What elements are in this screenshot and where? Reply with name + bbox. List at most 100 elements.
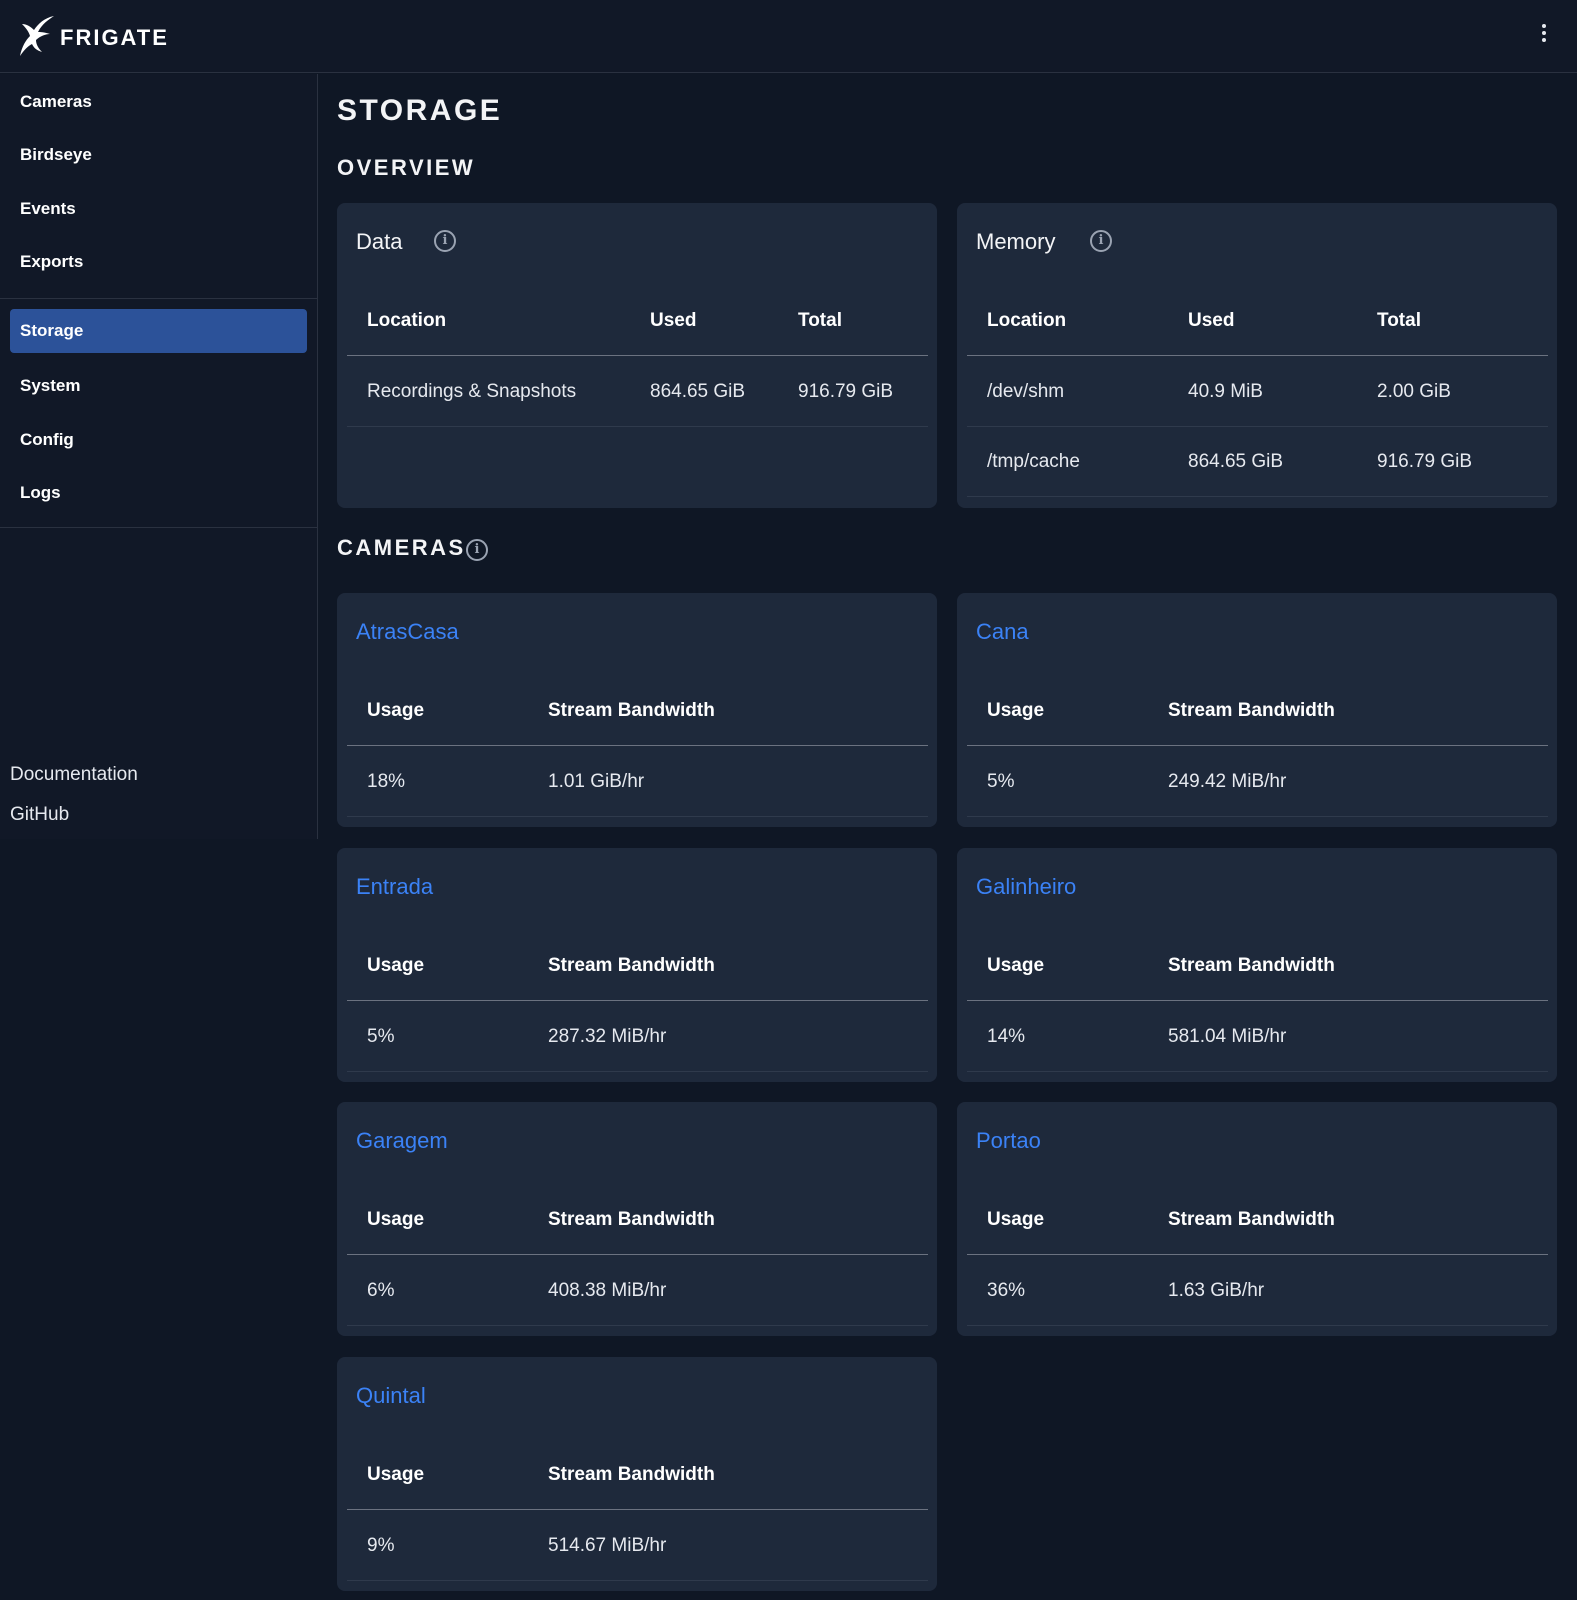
camera-name[interactable]: AtrasCasa: [356, 619, 459, 645]
column-header-stream-bandwidth[interactable]: Stream Bandwidth: [1168, 931, 1335, 1001]
table-row: 9% 514.67 MiB/hr: [347, 1511, 928, 1581]
usage-cell: 5%: [367, 1026, 395, 1047]
column-header-used[interactable]: Used: [1188, 286, 1234, 356]
memory-table-header: Location Used Total: [967, 286, 1548, 356]
column-header-usage[interactable]: Usage: [367, 676, 424, 746]
bandwidth-cell: 1.63 GiB/hr: [1168, 1280, 1265, 1301]
camera-table-header: Usage Stream Bandwidth: [347, 931, 928, 1001]
column-header-usage[interactable]: Usage: [367, 1440, 424, 1510]
camera-name[interactable]: Quintal: [356, 1383, 426, 1409]
info-icon[interactable]: i: [466, 539, 488, 561]
documentation-link[interactable]: Documentation: [10, 764, 138, 786]
column-header-usage[interactable]: Usage: [367, 1185, 424, 1255]
camera-name[interactable]: Entrada: [356, 874, 433, 900]
sidebar-item-logs[interactable]: Logs: [10, 471, 307, 515]
column-header-stream-bandwidth[interactable]: Stream Bandwidth: [548, 676, 715, 746]
column-header-total[interactable]: Total: [798, 286, 842, 356]
camera-table-header: Usage Stream Bandwidth: [967, 676, 1548, 746]
camera-card: Quintal Usage Stream Bandwidth 9% 514.67…: [337, 1357, 937, 1591]
camera-card: Portao Usage Stream Bandwidth 36% 1.63 G…: [957, 1102, 1557, 1336]
total-cell: 916.79 GiB: [798, 381, 894, 402]
camera-card: Entrada Usage Stream Bandwidth 5% 287.32…: [337, 848, 937, 1082]
camera-name[interactable]: Portao: [976, 1128, 1041, 1154]
camera-card: AtrasCasa Usage Stream Bandwidth 18% 1.0…: [337, 593, 937, 827]
usage-cell: 18%: [367, 771, 406, 792]
usage-cell: 9%: [367, 1535, 395, 1556]
sidebar-item-cameras[interactable]: Cameras: [10, 80, 307, 124]
sidebar-item-exports[interactable]: Exports: [10, 240, 307, 284]
location-cell: /tmp/cache: [987, 451, 1080, 472]
column-header-usage[interactable]: Usage: [987, 1185, 1044, 1255]
column-header-location[interactable]: Location: [987, 286, 1066, 356]
location-cell: /dev/shm: [987, 381, 1065, 402]
sidebar-item-storage[interactable]: Storage: [10, 309, 307, 353]
column-header-usage[interactable]: Usage: [987, 931, 1044, 1001]
table-row: 6% 408.38 MiB/hr: [347, 1256, 928, 1326]
column-header-location[interactable]: Location: [367, 286, 446, 356]
info-icon[interactable]: i: [434, 230, 456, 252]
camera-name[interactable]: Galinheiro: [976, 874, 1076, 900]
page-title: STORAGE: [337, 94, 503, 127]
memory-card-title: Memory: [976, 229, 1056, 254]
column-header-usage[interactable]: Usage: [987, 676, 1044, 746]
bandwidth-cell: 1.01 GiB/hr: [548, 771, 645, 792]
column-header-stream-bandwidth[interactable]: Stream Bandwidth: [548, 931, 715, 1001]
camera-card: Galinheiro Usage Stream Bandwidth 14% 58…: [957, 848, 1557, 1082]
table-row: 18% 1.01 GiB/hr: [347, 747, 928, 817]
usage-cell: 36%: [987, 1280, 1026, 1301]
total-cell: 916.79 GiB: [1377, 451, 1473, 472]
more-menu-icon[interactable]: [1536, 22, 1552, 46]
data-table-header: Location Used Total: [347, 286, 928, 356]
app-brand[interactable]: FRIGATE: [60, 25, 169, 51]
data-card: Data i Location Used Total Recordings & …: [337, 203, 937, 508]
used-cell: 864.65 GiB: [650, 381, 746, 402]
total-cell: 2.00 GiB: [1377, 381, 1451, 402]
cameras-heading: CAMERAS: [337, 535, 466, 560]
table-row: /tmp/cache 864.65 GiB 916.79 GiB: [967, 427, 1548, 497]
sidebar-item-events[interactable]: Events: [10, 187, 307, 231]
frigate-logo-icon[interactable]: [16, 14, 56, 58]
location-cell: Recordings & Snapshots: [367, 381, 577, 402]
column-header-usage[interactable]: Usage: [367, 931, 424, 1001]
table-row: /dev/shm 40.9 MiB 2.00 GiB: [967, 357, 1548, 427]
camera-name[interactable]: Garagem: [356, 1128, 448, 1154]
column-header-stream-bandwidth[interactable]: Stream Bandwidth: [548, 1185, 715, 1255]
camera-table-header: Usage Stream Bandwidth: [347, 676, 928, 746]
usage-cell: 6%: [367, 1280, 395, 1301]
sidebar-item-config[interactable]: Config: [10, 418, 307, 462]
column-header-total[interactable]: Total: [1377, 286, 1421, 356]
bandwidth-cell: 581.04 MiB/hr: [1168, 1026, 1287, 1047]
camera-table-header: Usage Stream Bandwidth: [347, 1440, 928, 1510]
sidebar: Cameras Birdseye Events Exports Storage …: [0, 74, 318, 839]
memory-card: Memory i Location Used Total /dev/shm 40…: [957, 203, 1557, 508]
top-bar: FRIGATE: [0, 0, 1577, 73]
camera-card: Garagem Usage Stream Bandwidth 6% 408.38…: [337, 1102, 937, 1336]
camera-card: Cana Usage Stream Bandwidth 5% 249.42 Mi…: [957, 593, 1557, 827]
column-header-stream-bandwidth[interactable]: Stream Bandwidth: [548, 1440, 715, 1510]
camera-table-header: Usage Stream Bandwidth: [967, 931, 1548, 1001]
github-link[interactable]: GitHub: [10, 804, 69, 826]
camera-name[interactable]: Cana: [976, 619, 1029, 645]
used-cell: 864.65 GiB: [1188, 451, 1284, 472]
column-header-stream-bandwidth[interactable]: Stream Bandwidth: [1168, 1185, 1335, 1255]
camera-table-header: Usage Stream Bandwidth: [967, 1185, 1548, 1255]
column-header-stream-bandwidth[interactable]: Stream Bandwidth: [1168, 676, 1335, 746]
usage-cell: 14%: [987, 1026, 1026, 1047]
bandwidth-cell: 408.38 MiB/hr: [548, 1280, 667, 1301]
table-row: 36% 1.63 GiB/hr: [967, 1256, 1548, 1326]
used-cell: 40.9 MiB: [1188, 381, 1263, 402]
data-card-title: Data: [356, 229, 403, 254]
sidebar-item-birdseye[interactable]: Birdseye: [10, 133, 307, 177]
table-row: 5% 249.42 MiB/hr: [967, 747, 1548, 817]
bandwidth-cell: 249.42 MiB/hr: [1168, 771, 1287, 792]
sidebar-item-system[interactable]: System: [10, 364, 307, 408]
table-row: 14% 581.04 MiB/hr: [967, 1002, 1548, 1072]
info-icon[interactable]: i: [1090, 230, 1112, 252]
sidebar-divider: [0, 527, 317, 528]
column-header-used[interactable]: Used: [650, 286, 696, 356]
table-row: Recordings & Snapshots 864.65 GiB 916.79…: [347, 357, 928, 427]
bandwidth-cell: 514.67 MiB/hr: [548, 1535, 667, 1556]
overview-heading: OVERVIEW: [337, 155, 476, 180]
sidebar-divider: [0, 298, 317, 299]
camera-table-header: Usage Stream Bandwidth: [347, 1185, 928, 1255]
